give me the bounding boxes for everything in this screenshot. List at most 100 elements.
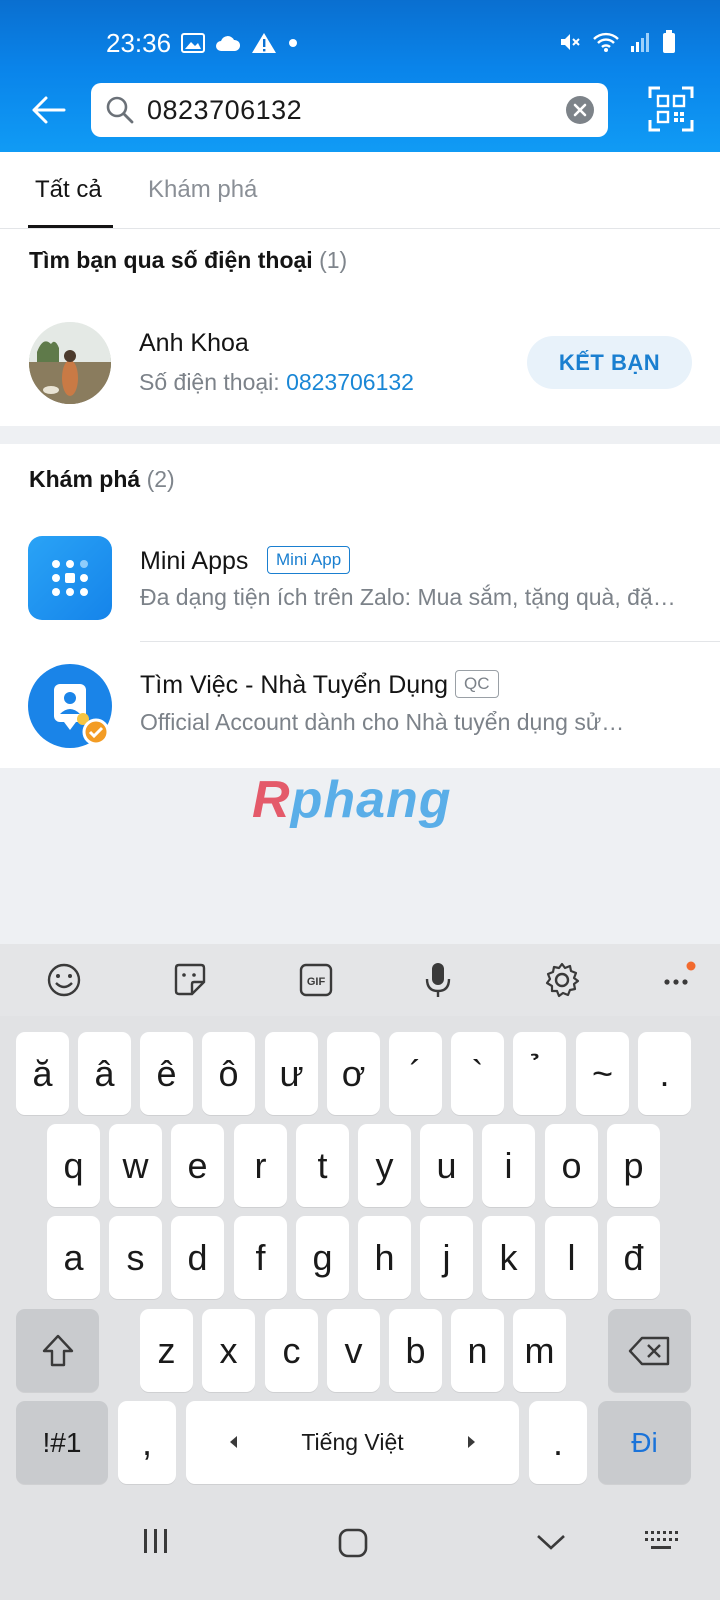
clear-search-icon[interactable]: [566, 96, 594, 124]
key-z[interactable]: z: [140, 1309, 193, 1392]
key-b[interactable]: b: [389, 1309, 442, 1392]
key-x[interactable]: x: [202, 1309, 255, 1392]
key-e-circumflex[interactable]: ê: [140, 1032, 193, 1115]
backspace-icon: [628, 1336, 669, 1365]
symbols-key[interactable]: !#1: [16, 1401, 108, 1484]
hide-keyboard-icon[interactable]: [536, 1534, 566, 1552]
mini-apps-icon: [28, 536, 112, 620]
tab-bar: Tất cả Khám phá: [0, 152, 720, 229]
key-i[interactable]: i: [482, 1124, 535, 1207]
recent-apps-icon[interactable]: [141, 1528, 171, 1554]
tim-viec-name: Tìm Việc - Nhà Tuyển Dụng: [140, 671, 449, 699]
key-acute[interactable]: ´: [389, 1032, 442, 1115]
mute-icon: [561, 34, 580, 50]
sticker-icon[interactable]: [170, 960, 210, 1000]
status-time: 23:36: [106, 28, 172, 58]
status-bar: 23:36: [0, 0, 720, 68]
key-e[interactable]: e: [171, 1124, 224, 1207]
key-o-circumflex[interactable]: ô: [202, 1032, 255, 1115]
search-icon: [106, 96, 134, 124]
key-u-horn[interactable]: ư: [265, 1032, 318, 1115]
key-w[interactable]: w: [109, 1124, 162, 1207]
key-o-horn[interactable]: ơ: [327, 1032, 380, 1115]
avatar[interactable]: [29, 322, 111, 404]
key-q[interactable]: q: [47, 1124, 100, 1207]
key-dot-below[interactable]: .: [638, 1032, 691, 1115]
microphone-icon[interactable]: [418, 960, 458, 1000]
shift-icon: [42, 1334, 73, 1366]
qr-code-icon[interactable]: [648, 86, 694, 132]
go-key[interactable]: Đi: [598, 1401, 691, 1484]
keyboard-switch-icon[interactable]: [643, 1528, 679, 1554]
key-t[interactable]: t: [296, 1124, 349, 1207]
key-s[interactable]: s: [109, 1216, 162, 1299]
more-options-icon[interactable]: [658, 960, 698, 1000]
key-k[interactable]: k: [482, 1216, 535, 1299]
gif-icon[interactable]: GIF: [296, 960, 336, 1000]
wifi-icon: [593, 32, 619, 52]
backspace-key[interactable]: [608, 1309, 691, 1392]
key-o[interactable]: o: [545, 1124, 598, 1207]
key-a[interactable]: a: [47, 1216, 100, 1299]
contact-name[interactable]: Anh Khoa: [139, 329, 249, 358]
mini-apps-name: Mini Apps: [140, 547, 249, 575]
signal-icon: [631, 33, 649, 52]
ad-badge: QC: [455, 670, 499, 698]
back-arrow-icon[interactable]: [26, 90, 70, 130]
key-d[interactable]: d: [171, 1216, 224, 1299]
key-d-stroke[interactable]: đ: [607, 1216, 660, 1299]
dot-icon: [289, 39, 297, 47]
phone-search-section: Tìm bạn qua số điện thoại (1): [0, 229, 720, 426]
key-c[interactable]: c: [265, 1309, 318, 1392]
key-grave[interactable]: `: [451, 1032, 504, 1115]
tim-viec-description: Official Account dành cho Nhà tuyển dụng…: [140, 709, 625, 735]
key-l[interactable]: l: [545, 1216, 598, 1299]
battery-icon: [663, 30, 675, 53]
key-y[interactable]: y: [358, 1124, 411, 1207]
add-friend-button[interactable]: KẾT BẠN: [527, 336, 692, 389]
key-f[interactable]: f: [234, 1216, 287, 1299]
active-tab-indicator: [28, 225, 113, 228]
contact-phone-line: Số điện thoại: 0823706132: [139, 369, 414, 395]
key-m[interactable]: m: [513, 1309, 566, 1392]
search-bar[interactable]: [91, 83, 608, 137]
key-tilde[interactable]: ~: [576, 1032, 629, 1115]
shift-key[interactable]: [16, 1309, 99, 1392]
key-j[interactable]: j: [420, 1216, 473, 1299]
key-a-circumflex[interactable]: â: [78, 1032, 131, 1115]
explore-section-count: (2): [146, 466, 175, 492]
cursor-right-icon: [468, 1436, 475, 1448]
watermark-logo: Rphang: [252, 771, 452, 829]
mini-app-badge: Mini App: [267, 546, 351, 574]
tim-viec-icon: [28, 664, 112, 748]
status-left-icons: [181, 32, 299, 54]
mini-apps-description: Đa dạng tiện ích trên Zalo: Mua sắm, tặn…: [140, 584, 680, 610]
key-hook[interactable]: ̉: [513, 1032, 566, 1115]
tab-explore[interactable]: Khám phá: [148, 176, 257, 204]
key-v[interactable]: v: [327, 1309, 380, 1392]
contact-phone-number: 0823706132: [286, 369, 414, 395]
search-input[interactable]: [147, 93, 537, 127]
emoji-icon[interactable]: [44, 960, 84, 1000]
period-key[interactable]: .: [529, 1401, 587, 1484]
key-u[interactable]: u: [420, 1124, 473, 1207]
space-key[interactable]: Tiếng Việt: [186, 1401, 519, 1484]
cloud-icon: [216, 36, 241, 51]
svg-text:GIF: GIF: [307, 976, 326, 988]
key-p[interactable]: p: [607, 1124, 660, 1207]
comma-key[interactable]: ,: [118, 1401, 176, 1484]
cursor-left-icon: [230, 1436, 237, 1448]
app-header: 23:36: [0, 0, 720, 152]
home-icon[interactable]: [338, 1528, 368, 1558]
keyboard-toolbar: GIF: [0, 944, 720, 1016]
tab-all[interactable]: Tất cả: [35, 176, 102, 204]
settings-gear-icon[interactable]: [542, 960, 582, 1000]
key-n[interactable]: n: [451, 1309, 504, 1392]
language-label: Tiếng Việt: [301, 1429, 404, 1455]
gallery-icon: [181, 33, 205, 53]
key-h[interactable]: h: [358, 1216, 411, 1299]
key-r[interactable]: r: [234, 1124, 287, 1207]
key-a-breve[interactable]: ă: [16, 1032, 69, 1115]
list-divider: [140, 641, 720, 642]
key-g[interactable]: g: [296, 1216, 349, 1299]
